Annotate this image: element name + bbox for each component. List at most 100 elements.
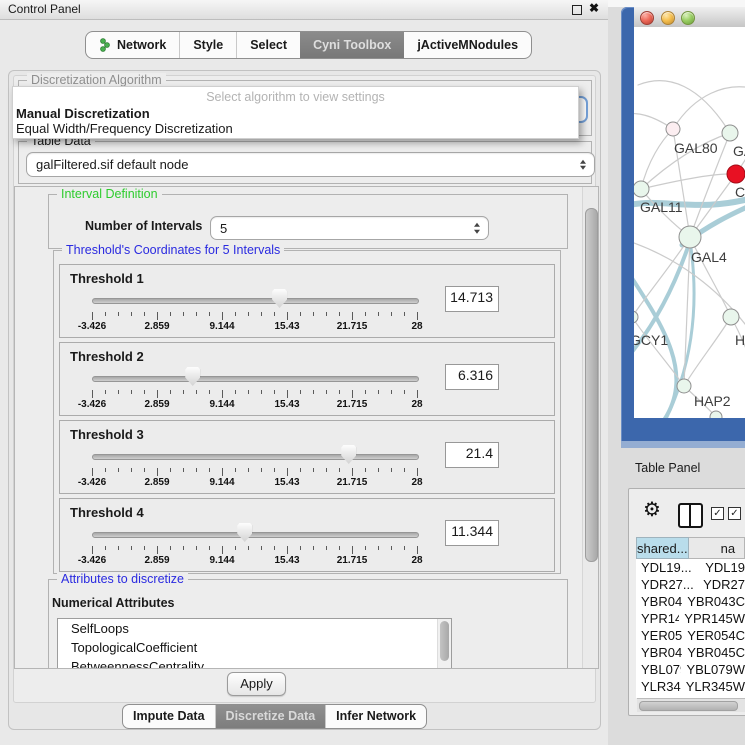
tab-style[interactable]: Style xyxy=(179,32,236,58)
tick-mark xyxy=(274,468,275,472)
slider-thumb[interactable] xyxy=(237,523,252,542)
mac-minimize-button[interactable] xyxy=(661,11,675,25)
table-row[interactable]: YBR043CYBR043C xyxy=(636,593,745,610)
close-panel-icon[interactable]: ✖ xyxy=(589,1,599,15)
tick-mark xyxy=(92,390,93,398)
mac-close-button[interactable] xyxy=(640,11,654,25)
slider-track[interactable] xyxy=(92,298,419,304)
table-row[interactable]: YLR345WYLR345W xyxy=(636,678,745,695)
tab-discretize-data[interactable]: Discretize Data xyxy=(215,705,326,728)
split-view-icon[interactable] xyxy=(678,503,703,528)
settings-scrollbar[interactable] xyxy=(582,187,598,668)
column-header-shared-name[interactable]: shared... xyxy=(636,537,689,559)
node-label: GAL11 xyxy=(640,199,683,215)
cell-shared-name: YBL079W xyxy=(636,661,681,678)
node-table: shared... na YDL19...YDL19YDR27...YDR27Y… xyxy=(636,537,745,698)
list-scrollbar-thumb[interactable] xyxy=(440,621,449,661)
network-node-ga[interactable] xyxy=(722,125,738,141)
network-node[interactable] xyxy=(710,411,722,418)
list-item[interactable]: SelfLoops xyxy=(58,619,451,638)
tab-impute-data[interactable]: Impute Data xyxy=(123,705,215,728)
threshold-value-box[interactable]: 11.344 xyxy=(445,520,499,546)
threshold-value-box[interactable]: 21.4 xyxy=(445,442,499,468)
checkbox-icon[interactable]: ✓ xyxy=(728,507,741,520)
checkbox-icon[interactable]: ✓ xyxy=(711,507,724,520)
tick-mark xyxy=(313,468,314,472)
tick-label: 28 xyxy=(411,399,422,410)
tab-jactivemnodules[interactable]: jActiveMNodules xyxy=(404,32,531,58)
tick-mark xyxy=(417,312,418,320)
threshold-value-box[interactable]: 6.316 xyxy=(445,364,499,390)
tick-mark xyxy=(248,546,249,550)
list-scrollbar[interactable] xyxy=(437,619,451,669)
float-panel-icon[interactable] xyxy=(572,5,582,15)
column-header-name[interactable]: na xyxy=(689,537,745,559)
tab-cyni-toolbox[interactable]: Cyni Toolbox xyxy=(300,32,404,58)
tick-mark xyxy=(118,312,119,316)
tick-label: 28 xyxy=(411,477,422,488)
network-edge[interactable] xyxy=(638,81,730,133)
list-item[interactable]: BetweennessCentrality xyxy=(58,657,451,669)
network-window-titlebar[interactable] xyxy=(634,7,745,28)
number-of-intervals-combobox[interactable]: 5 xyxy=(210,216,489,240)
settings-scrollbar-thumb[interactable] xyxy=(585,208,598,562)
tick-mark xyxy=(235,546,236,550)
tick-mark xyxy=(196,390,197,394)
gear-icon[interactable]: ⚙ xyxy=(643,500,661,520)
slider-thumb[interactable] xyxy=(341,445,356,464)
network-node-c[interactable] xyxy=(727,165,745,183)
table-row[interactable]: YER054CYER054C xyxy=(636,627,745,644)
node-label: GCY1 xyxy=(634,332,668,348)
tick-mark xyxy=(209,390,210,394)
tab-select[interactable]: Select xyxy=(236,32,300,58)
network-edge[interactable] xyxy=(673,87,745,129)
slider-track[interactable] xyxy=(92,532,419,538)
tick-mark xyxy=(209,546,210,550)
tick-mark xyxy=(92,468,93,476)
table-row[interactable]: YDR27...YDR27 xyxy=(636,576,745,593)
network-node-gal80[interactable] xyxy=(666,122,680,136)
network-node-h[interactable] xyxy=(723,309,739,325)
network-canvas[interactable]: GAL80GACGAL11GAL4GCY1HHAP2 xyxy=(634,27,745,418)
slider-thumb[interactable] xyxy=(185,367,200,386)
cell-name: YBR045C xyxy=(682,644,745,661)
tick-mark xyxy=(352,390,353,398)
dropdown-prompt: Select algorithm to view settings xyxy=(13,90,578,104)
table-row[interactable]: YBR045CYBR045C xyxy=(636,644,745,661)
threshold-value-box[interactable]: 14.713 xyxy=(445,286,499,312)
network-node-hap2[interactable] xyxy=(677,379,691,393)
table-row[interactable]: YBL079WYBL079W xyxy=(636,661,745,678)
tick-mark xyxy=(352,546,353,554)
slider-track[interactable] xyxy=(92,454,419,460)
slider-thumb[interactable] xyxy=(272,289,287,308)
tick-mark xyxy=(209,468,210,472)
dropdown-option-equal-width-frequency[interactable]: Equal Width/Frequency Discretization xyxy=(13,121,578,136)
table-data-combobox[interactable]: galFiltered.sif default node xyxy=(26,152,595,177)
desktop-background xyxy=(608,0,745,7)
network-node-gal11[interactable] xyxy=(634,181,649,197)
tick-mark xyxy=(157,468,158,476)
table-horizontal-scrollbar[interactable] xyxy=(637,698,745,712)
tick-mark xyxy=(170,546,171,550)
slider-track[interactable] xyxy=(92,376,419,382)
table-scrollbar-thumb[interactable] xyxy=(639,701,738,711)
network-edge[interactable] xyxy=(634,317,684,386)
network-node-gcy1[interactable] xyxy=(634,311,638,323)
list-item[interactable]: TopologicalCoefficient xyxy=(58,638,451,657)
network-node-gal4[interactable] xyxy=(679,226,701,248)
tick-label: 2.859 xyxy=(144,477,169,488)
tab-network-label: Network xyxy=(117,38,166,52)
apply-button[interactable]: Apply xyxy=(227,672,286,696)
tick-mark xyxy=(365,468,366,472)
dropdown-option-manual-discretization[interactable]: Manual Discretization xyxy=(13,106,578,121)
tick-mark xyxy=(105,390,106,394)
tick-mark xyxy=(417,468,418,476)
network-edge[interactable] xyxy=(641,129,673,189)
thresholds-group-label: Threshold's Coordinates for 5 Intervals xyxy=(62,243,284,257)
table-row[interactable]: YDL19...YDL19 xyxy=(636,559,745,576)
tab-infer-network[interactable]: Infer Network xyxy=(325,705,426,728)
table-row[interactable]: YPR145WYPR145W xyxy=(636,610,745,627)
mac-zoom-button[interactable] xyxy=(681,11,695,25)
tab-network[interactable]: Network xyxy=(86,32,179,58)
number-of-intervals-value: 5 xyxy=(220,221,227,236)
